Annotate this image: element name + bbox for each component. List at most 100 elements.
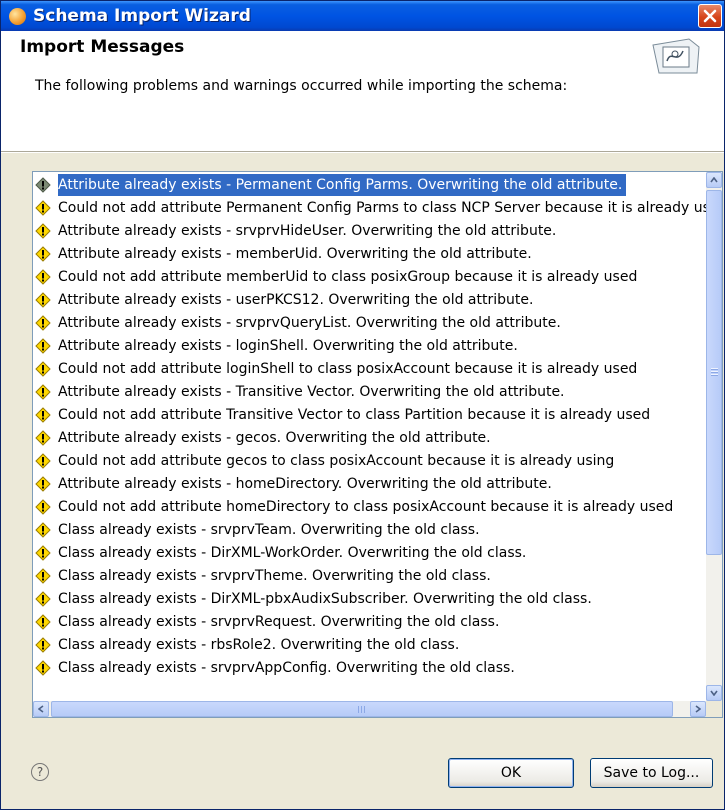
chevron-up-icon [710, 177, 718, 183]
page-title: Import Messages [20, 37, 185, 57]
message-text: Class already exists - DirXML-pbxAudixSu… [58, 591, 592, 607]
message-text: Could not add attribute homeDirectory to… [58, 499, 674, 515]
list-item[interactable]: Attribute already exists - Transitive Ve… [33, 381, 706, 403]
warning-icon [35, 361, 51, 377]
vertical-scrollbar[interactable] [706, 172, 722, 701]
warning-icon [35, 246, 51, 262]
close-icon [703, 9, 717, 23]
help-icon[interactable]: ? [31, 763, 49, 781]
warning-icon [35, 637, 51, 653]
horizontal-scrollbar[interactable] [33, 701, 706, 717]
warning-icon [35, 407, 51, 423]
scroll-down-button[interactable] [706, 685, 722, 701]
warning-icon [35, 614, 51, 630]
list-item[interactable]: Class already exists - srvprvTheme. Over… [33, 565, 706, 587]
chevron-down-icon [710, 690, 718, 696]
list-item[interactable]: Could not add attribute gecos to class p… [33, 450, 706, 472]
message-text: Class already exists - rbsRole2. Overwri… [58, 637, 460, 653]
warning-icon [35, 430, 51, 446]
list-item[interactable]: Could not add attribute Transitive Vecto… [33, 404, 706, 426]
list-item[interactable]: Could not add attribute loginShell to cl… [33, 358, 706, 380]
warning-icon [35, 315, 51, 331]
thumb-grip [364, 706, 365, 713]
message-text: Could not add attribute Transitive Vecto… [58, 407, 651, 423]
header-separator [1, 151, 724, 153]
message-text: Could not add attribute Permanent Config… [58, 200, 706, 216]
scrollbar-corner [706, 701, 722, 717]
schema-import-banner-icon [652, 38, 700, 74]
list-item[interactable]: Attribute already exists - memberUid. Ov… [33, 243, 706, 265]
scroll-up-button[interactable] [706, 172, 722, 188]
warning-icon [35, 522, 51, 538]
warning-icon [35, 453, 51, 469]
schema-import-wizard-window: Schema Import Wizard Import Messages The… [0, 0, 725, 810]
list-item[interactable]: Class already exists - srvprvRequest. Ov… [33, 611, 706, 633]
chevron-left-icon [38, 705, 44, 713]
list-item[interactable]: Class already exists - rbsRole2. Overwri… [33, 634, 706, 656]
list-item[interactable]: Attribute already exists - Permanent Con… [33, 174, 706, 196]
message-text: Could not add attribute loginShell to cl… [58, 361, 638, 377]
message-text: Attribute already exists - srvprvHideUse… [58, 223, 557, 239]
window-title: Schema Import Wizard [33, 6, 251, 26]
ok-button[interactable]: OK [448, 758, 574, 788]
message-text: Attribute already exists - gecos. Overwr… [58, 430, 491, 446]
list-item[interactable]: Attribute already exists - homeDirectory… [33, 473, 706, 495]
vertical-scroll-thumb[interactable] [706, 190, 722, 555]
message-text: Attribute already exists - Transitive Ve… [58, 384, 565, 400]
message-text: Attribute already exists - userPKCS12. O… [58, 292, 534, 308]
warning-icon [35, 476, 51, 492]
warning-icon [35, 591, 51, 607]
message-text: Attribute already exists - loginShell. O… [58, 338, 518, 354]
warning-icon [35, 545, 51, 561]
warning-icon [35, 269, 51, 285]
message-text: Class already exists - srvprvRequest. Ov… [58, 614, 500, 630]
message-text: Attribute already exists - Permanent Con… [58, 174, 627, 196]
message-text: Class already exists - srvprvTeam. Overw… [58, 522, 480, 538]
thumb-grip [711, 374, 718, 376]
list-item[interactable]: Attribute already exists - srvprvQueryLi… [33, 312, 706, 334]
scroll-left-button[interactable] [33, 701, 49, 717]
list-item[interactable]: Class already exists - srvprvAppConfig. … [33, 657, 706, 679]
list-item[interactable]: Attribute already exists - srvprvHideUse… [33, 220, 706, 242]
thumb-grip [361, 706, 362, 713]
warning-icon [35, 200, 51, 216]
list-item[interactable]: Could not add attribute Permanent Config… [33, 197, 706, 219]
message-text: Class already exists - srvprvTheme. Over… [58, 568, 491, 584]
thumb-grip [711, 368, 718, 370]
warning-icon [35, 223, 51, 239]
warning-icon [35, 338, 51, 354]
warning-icon [35, 177, 51, 193]
thumb-grip [358, 706, 359, 713]
warning-icon [35, 499, 51, 515]
messages-list[interactable]: Attribute already exists - Permanent Con… [32, 171, 723, 718]
warning-icon [35, 660, 51, 676]
message-text: Attribute already exists - memberUid. Ov… [58, 246, 532, 262]
app-icon [9, 8, 26, 25]
message-text: Attribute already exists - srvprvQueryLi… [58, 315, 561, 331]
message-text: Class already exists - DirXML-WorkOrder.… [58, 545, 527, 561]
thumb-grip [711, 371, 718, 373]
warning-icon [35, 568, 51, 584]
message-text: Attribute already exists - homeDirectory… [58, 476, 552, 492]
message-text: Class already exists - srvprvAppConfig. … [58, 660, 515, 676]
message-text: Could not add attribute gecos to class p… [58, 453, 615, 469]
save-to-log-button[interactable]: Save to Log... [590, 758, 713, 788]
horizontal-scroll-thumb[interactable] [51, 701, 673, 717]
list-item[interactable]: Class already exists - DirXML-pbxAudixSu… [33, 588, 706, 610]
list-item[interactable]: Attribute already exists - userPKCS12. O… [33, 289, 706, 311]
title-bar[interactable]: Schema Import Wizard [1, 1, 724, 31]
message-text: Could not add attribute memberUid to cla… [58, 269, 638, 285]
messages-list-rows: Attribute already exists - Permanent Con… [33, 172, 706, 701]
close-button[interactable] [698, 4, 722, 28]
warning-icon [35, 292, 51, 308]
chevron-right-icon [695, 705, 701, 713]
list-item[interactable]: Attribute already exists - gecos. Overwr… [33, 427, 706, 449]
warning-icon [35, 384, 51, 400]
list-item[interactable]: Attribute already exists - loginShell. O… [33, 335, 706, 357]
list-item[interactable]: Could not add attribute homeDirectory to… [33, 496, 706, 518]
list-item[interactable]: Could not add attribute memberUid to cla… [33, 266, 706, 288]
list-item[interactable]: Class already exists - srvprvTeam. Overw… [33, 519, 706, 541]
list-item[interactable]: Class already exists - DirXML-WorkOrder.… [33, 542, 706, 564]
scroll-right-button[interactable] [690, 701, 706, 717]
page-description: The following problems and warnings occu… [35, 78, 568, 94]
